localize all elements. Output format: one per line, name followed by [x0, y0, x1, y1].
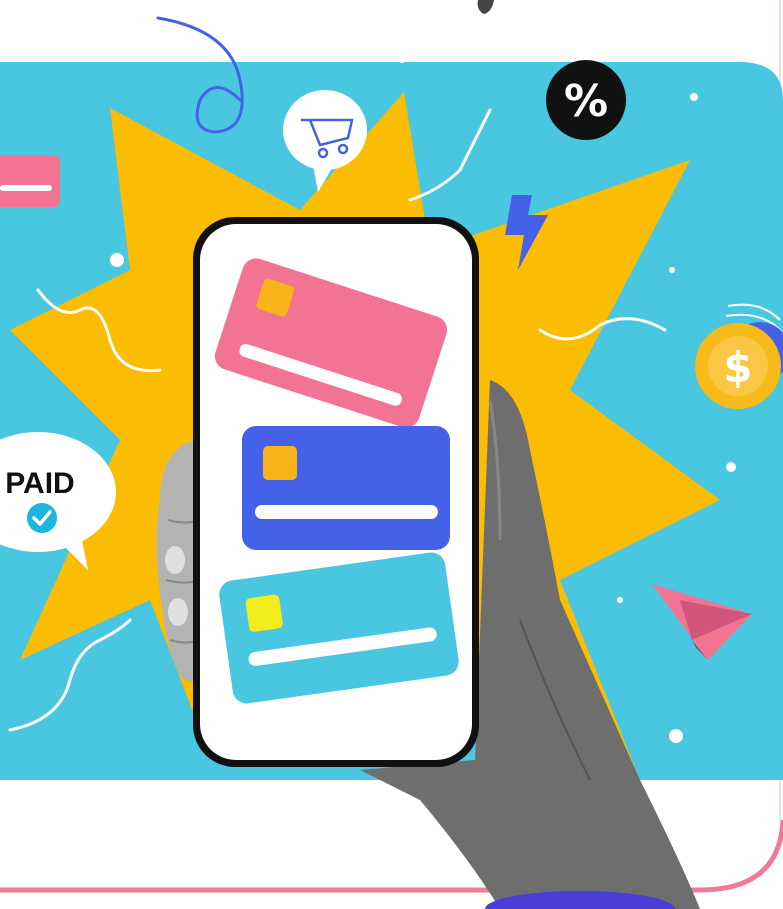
dot — [399, 57, 405, 63]
pink-card-fragment — [0, 155, 60, 207]
dot — [690, 93, 698, 101]
dot — [110, 253, 124, 267]
percent-badge: % — [546, 60, 626, 140]
dollar-coin-icon: $ — [723, 343, 752, 392]
top-shape — [477, 0, 494, 14]
credit-card-icon — [242, 426, 450, 550]
dot — [726, 462, 736, 472]
percent-icon: % — [564, 76, 608, 127]
dot — [669, 729, 683, 743]
dot — [669, 267, 675, 273]
dot — [617, 597, 623, 603]
illustration-canvas: % PAID $ — [0, 0, 783, 909]
pink-card-stripe — [0, 185, 52, 191]
payment-illustration: % PAID $ — [0, 0, 783, 909]
check-badge — [27, 503, 57, 533]
paid-text: PAID — [5, 467, 74, 500]
